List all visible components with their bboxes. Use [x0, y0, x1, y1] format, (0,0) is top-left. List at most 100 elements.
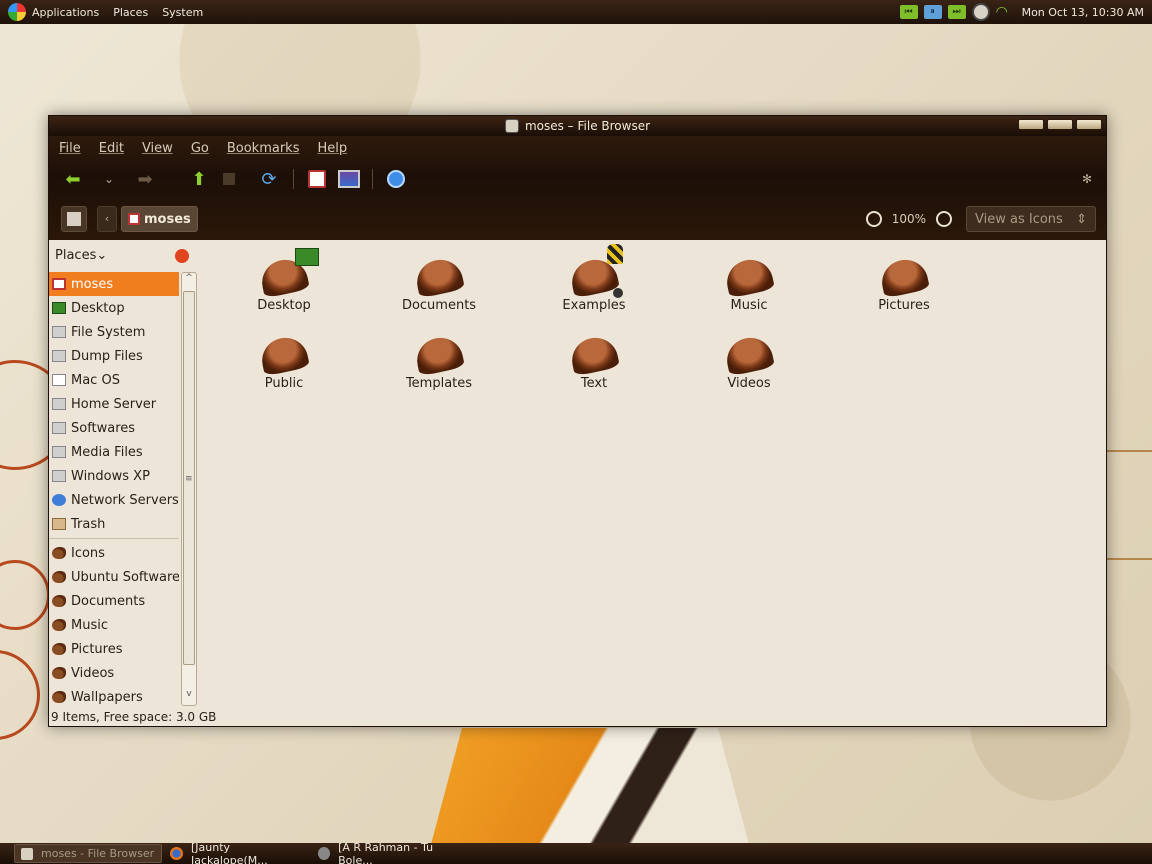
throbber-icon: ✻ [1081, 172, 1092, 186]
back-arrow-icon[interactable]: ⬅ [61, 168, 85, 190]
history-dropdown-icon[interactable]: ⌄ [97, 168, 121, 190]
edit-icon [67, 212, 81, 226]
file-item-text[interactable]: Text [539, 318, 649, 391]
breadcrumb-home-button[interactable]: moses [121, 206, 198, 232]
drive-icon [52, 398, 66, 410]
sidebar-scrollbar[interactable]: ^ v [181, 272, 197, 706]
music-player-icon [318, 847, 331, 860]
audio-player-icon[interactable] [971, 3, 990, 21]
sidebar-item-moses[interactable]: moses [49, 272, 179, 296]
computer-icon[interactable] [338, 170, 360, 188]
file-item-public[interactable]: Public [229, 318, 339, 391]
sidebar-bookmark-ubuntu-softwares[interactable]: Ubuntu Softwares [49, 565, 179, 589]
search-icon[interactable] [387, 170, 405, 188]
pause-icon[interactable]: ⏸ [923, 5, 942, 19]
file-item-label: Text [580, 376, 608, 391]
sidebar-bookmark-documents[interactable]: Documents [49, 589, 179, 613]
folder-icon [722, 255, 776, 299]
zoom-out-icon[interactable] [865, 211, 882, 227]
file-item-videos[interactable]: Videos [694, 318, 804, 391]
close-button[interactable] [1076, 119, 1102, 130]
panel-menu-places[interactable]: Places [113, 6, 148, 19]
wallpaper-swirl [0, 650, 40, 740]
maximize-button[interactable] [1047, 119, 1073, 130]
menu-help[interactable]: Help [317, 141, 347, 156]
taskbar-item-label: moses - File Browser [41, 847, 155, 860]
up-arrow-icon[interactable]: ⬆ [187, 168, 211, 190]
sidebar-item-label: Music [71, 617, 108, 633]
file-item-documents[interactable]: Documents [384, 240, 494, 313]
sidebar-item-network-servers[interactable]: Network Servers [49, 488, 179, 512]
home-icon [52, 278, 66, 290]
menu-logo-icon[interactable] [8, 3, 26, 21]
menu-view[interactable]: View [142, 141, 173, 156]
folder-icon [52, 619, 66, 631]
sidebar-item-label: Trash [71, 516, 106, 532]
sidebar-bookmark-pictures[interactable]: Pictures [49, 637, 179, 661]
panel-menu-applications[interactable]: Applications [32, 6, 99, 19]
toolbar-separator [293, 169, 294, 189]
panel-clock[interactable]: Mon Oct 13, 10:30 AM [1022, 6, 1144, 19]
scroll-up-icon[interactable]: ^ [182, 273, 196, 289]
forward-arrow-icon[interactable]: ➡ [133, 168, 157, 190]
sidebar-item-home-server[interactable]: Home Server [49, 392, 179, 416]
sidebar-item-media-files[interactable]: Media Files [49, 440, 179, 464]
sidebar-item-file-system[interactable]: File System [49, 320, 179, 344]
stop-icon[interactable] [223, 173, 235, 185]
scroll-down-icon[interactable]: v [182, 689, 196, 705]
sidebar-item-softwares[interactable]: Softwares [49, 416, 179, 440]
sidebar-bookmark-music[interactable]: Music [49, 613, 179, 637]
zoom-level[interactable]: 100% [892, 212, 926, 226]
close-sidebar-icon[interactable] [175, 249, 189, 263]
panel-menu-system[interactable]: System [162, 6, 203, 19]
file-item-music[interactable]: Music [694, 240, 804, 313]
menu-file[interactable]: File [59, 141, 81, 156]
menubar: File Edit View Go Bookmarks Help [49, 136, 1106, 160]
lock-emblem-icon [607, 244, 623, 264]
toolbar: ⬅ ⌄ ➡ ⬆ ⟳ ✻ [49, 160, 1106, 198]
folder-icon [722, 333, 776, 377]
minimize-button[interactable] [1018, 119, 1044, 130]
path-left-arrow-button[interactable]: ‹ [97, 206, 117, 232]
previous-track-icon[interactable]: ⏮ [899, 5, 918, 19]
view-mode-select[interactable]: View as Icons ⇕ [966, 206, 1096, 232]
file-item-templates[interactable]: Templates [384, 318, 494, 391]
taskbar-item-music-player[interactable]: [A R Rahman - Tu Bole... [312, 841, 462, 864]
top-panel: Applications Places System ⏮ ⏸ ⏭ ◠ Mon O… [0, 0, 1152, 24]
menu-bookmarks[interactable]: Bookmarks [227, 141, 300, 156]
sidebar-bookmark-icons[interactable]: Icons [49, 541, 179, 565]
zoom-in-icon[interactable] [936, 211, 952, 227]
menu-edit[interactable]: Edit [99, 141, 124, 156]
sidebar-item-label: Pictures [71, 641, 123, 657]
window-titlebar[interactable]: moses – File Browser [49, 116, 1106, 136]
zoom-control: 100% [865, 211, 952, 227]
taskbar-item-label: [Jaunty Jackalope(M... [190, 840, 268, 864]
sidebar-bookmark-videos[interactable]: Videos [49, 661, 179, 685]
file-item-pictures[interactable]: Pictures [849, 240, 959, 313]
sidebar-item-dump-files[interactable]: Dump Files [49, 344, 179, 368]
taskbar-item-file-browser[interactable]: moses - File Browser [14, 844, 162, 863]
folder-icon [877, 255, 931, 299]
wallpaper-swirl [0, 560, 50, 630]
file-item-desktop[interactable]: Desktop [229, 240, 339, 313]
taskbar-item-firefox[interactable]: [Jaunty Jackalope(M... [164, 840, 310, 864]
home-icon[interactable] [308, 170, 326, 188]
sidebar-item-trash[interactable]: Trash [49, 512, 179, 536]
app-icon [504, 119, 519, 133]
sidebar-item-windows-xp[interactable]: Windows XP [49, 464, 179, 488]
file-icon-view: Desktop Documents Examples Music Picture… [209, 240, 1089, 710]
reload-icon[interactable]: ⟳ [257, 168, 281, 190]
sidebar-item-label: Windows XP [71, 468, 150, 484]
sidebar-item-desktop[interactable]: Desktop [49, 296, 179, 320]
sidebar-item-mac-os[interactable]: Mac OS [49, 368, 179, 392]
sidebar-item-label: Desktop [71, 300, 125, 316]
wifi-icon[interactable]: ◠ [996, 4, 1016, 20]
menu-go[interactable]: Go [191, 141, 209, 156]
file-item-examples[interactable]: Examples [539, 240, 649, 313]
folder-icon [412, 333, 466, 377]
pane-resize-grip-icon[interactable]: ≡ [185, 474, 193, 484]
location-toggle-button[interactable] [61, 206, 87, 232]
next-track-icon[interactable]: ⏭ [947, 5, 966, 19]
sidebar-bookmark-wallpapers[interactable]: Wallpapers [49, 685, 179, 709]
sidebar-list: moses Desktop File System Dump Files Mac… [49, 272, 179, 709]
